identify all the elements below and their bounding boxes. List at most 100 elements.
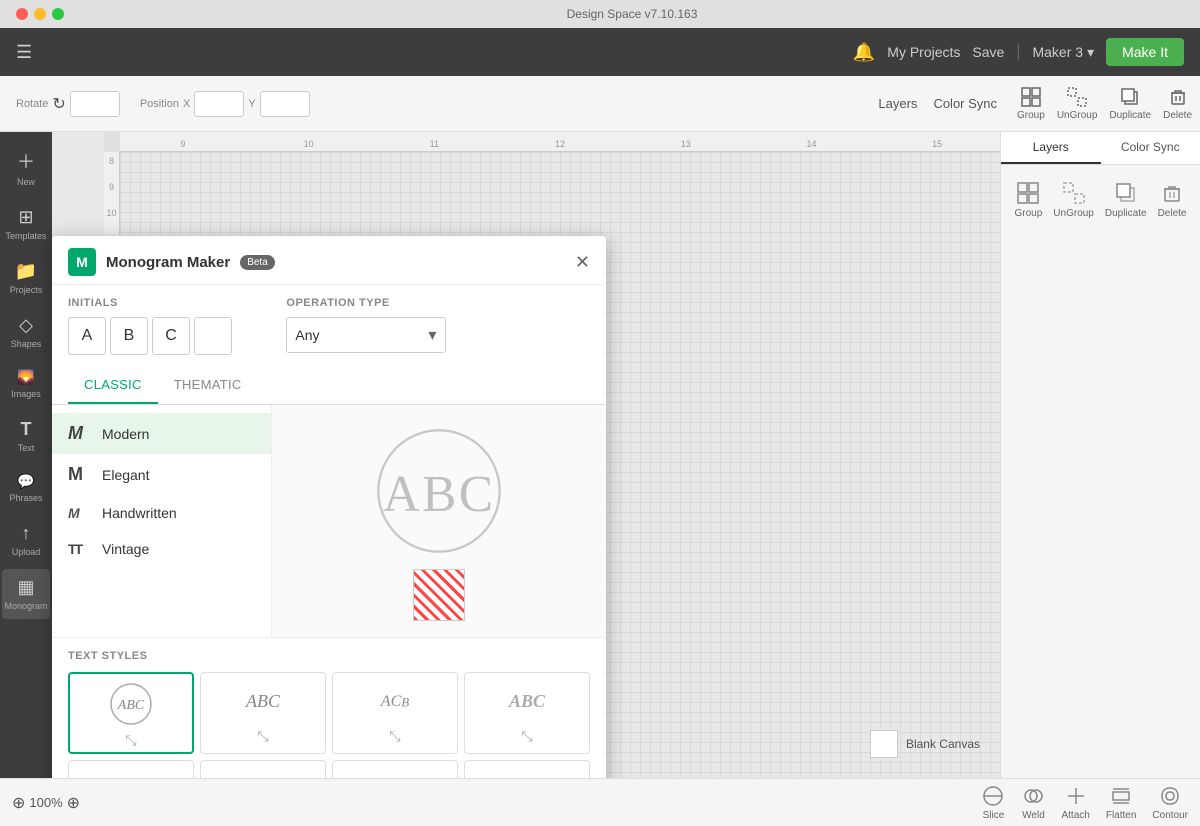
right-ungroup-icon[interactable]: UnGroup [1053, 181, 1094, 219]
projects-icon: 📁 [15, 261, 37, 282]
ungroup-tool[interactable]: UnGroup [1057, 86, 1098, 121]
right-duplicate-icon[interactable]: Duplicate [1105, 181, 1147, 219]
ungroup-label: UnGroup [1057, 110, 1098, 121]
zoom-out-button[interactable]: ⊕ [12, 793, 25, 813]
sidebar-item-upload[interactable]: ↑ Upload [2, 515, 50, 565]
x-label: X [183, 98, 190, 110]
resize-icon-2: ⤡ [257, 728, 268, 745]
handwritten-icon: M [68, 505, 92, 521]
close-window-btn[interactable] [16, 8, 28, 20]
style-modern[interactable]: M Modern [52, 413, 271, 454]
text-styles-section: TEXT STYLES ABC ⤡ ABC ⤡ [52, 637, 606, 778]
close-panel-button[interactable]: ✕ [575, 253, 590, 271]
style-elegant[interactable]: M Elegant [52, 454, 271, 495]
delete-tool[interactable]: Delete [1163, 86, 1192, 121]
right-group-icon[interactable]: Group [1015, 181, 1043, 219]
initial-a[interactable]: A [68, 317, 106, 355]
right-group-label: Group [1015, 208, 1043, 219]
color-sync-tab[interactable]: Color Sync [933, 96, 997, 111]
contour-tool[interactable]: Contour [1152, 784, 1188, 821]
initial-b[interactable]: B [110, 317, 148, 355]
sidebar-item-projects[interactable]: 📁 Projects [2, 253, 50, 303]
text-style-preview-5: ACB [117, 769, 145, 778]
right-ungroup-label: UnGroup [1053, 208, 1094, 219]
text-style-preview-7: ACB [381, 769, 409, 778]
style-list: M Modern M Elegant M Handwritten TT Vint… [52, 405, 272, 637]
make-it-button[interactable]: Make It [1106, 38, 1184, 66]
rotate-icon[interactable]: ↻ [52, 94, 65, 114]
layers-tab[interactable]: Layers [878, 96, 917, 111]
sidebar-item-monogram[interactable]: ▦ Monogram [2, 569, 50, 619]
svg-text:ABC: ABC [117, 698, 145, 713]
duplicate-tool[interactable]: Duplicate [1109, 86, 1151, 121]
beta-badge: Beta [240, 255, 275, 270]
text-style-card-3[interactable]: ACB ⤡ [332, 672, 458, 754]
style-vintage[interactable]: TT Vintage [52, 531, 271, 567]
style-handwritten[interactable]: M Handwritten [52, 495, 271, 531]
upload-icon: ↑ [22, 523, 31, 544]
initial-c[interactable]: C [152, 317, 190, 355]
maker-selector[interactable]: Maker 3 ▾ [1032, 44, 1094, 61]
x-input[interactable] [194, 91, 244, 117]
zoom-control: ⊕ 100% ⊕ [12, 793, 80, 813]
left-sidebar: ＋ New ⊞ Templates 📁 Projects ◇ Shapes 🌄 … [0, 132, 52, 778]
sidebar-item-templates[interactable]: ⊞ Templates [2, 199, 50, 249]
weld-tool[interactable]: Weld [1021, 784, 1045, 821]
group-tool[interactable]: Group [1017, 86, 1045, 121]
rotate-input[interactable] [70, 91, 120, 117]
style-vintage-label: Vintage [102, 541, 149, 557]
text-style-preview-8: ABC [510, 769, 544, 778]
classic-tab[interactable]: CLASSIC [68, 367, 158, 404]
text-style-card-6[interactable]: ABC ⤡ [200, 760, 326, 778]
y-input[interactable] [260, 91, 310, 117]
text-style-card-7[interactable]: ACB ⤡ [332, 760, 458, 778]
sidebar-item-new[interactable]: ＋ New [2, 140, 50, 195]
right-icon-group: Group UnGroup Duplicate Delete [1009, 173, 1192, 227]
sidebar-item-phrases[interactable]: 💬 Phrases [2, 465, 50, 511]
slice-label: Slice [983, 810, 1005, 821]
zoom-in-button[interactable]: ⊕ [67, 793, 80, 813]
minimize-window-btn[interactable] [34, 8, 46, 20]
text-style-card-1[interactable]: ABC ⤡ [68, 672, 194, 754]
monogram-panel: M Monogram Maker Beta ✕ INITIALS A B C O… [52, 236, 606, 778]
right-duplicate-label: Duplicate [1105, 208, 1147, 219]
text-style-preview-6: ABC [246, 769, 280, 778]
sidebar-label-text: Text [18, 443, 35, 453]
sidebar-item-images[interactable]: 🌄 Images [2, 361, 50, 407]
text-style-card-8[interactable]: ABC ⤡ [464, 760, 590, 778]
text-style-card-5[interactable]: ACB ⤡ [68, 760, 194, 778]
preview-area: ABC [272, 405, 606, 637]
toolbar-rotate-section: Rotate ↻ [8, 91, 128, 117]
my-projects-link[interactable]: My Projects [887, 44, 960, 60]
layers-tab-right[interactable]: Layers [1001, 132, 1101, 164]
text-style-card-2[interactable]: ABC ⤡ [200, 672, 326, 754]
text-style-preview-2: ABC [246, 681, 280, 722]
notifications-bell-icon[interactable]: 🔔 [853, 42, 875, 63]
color-sync-tab-right[interactable]: Color Sync [1101, 132, 1200, 164]
text-style-preview-4: ABC [509, 681, 545, 722]
right-delete-label: Delete [1158, 208, 1187, 219]
blank-canvas-label: Blank Canvas [906, 737, 980, 751]
hamburger-icon[interactable]: ☰ [16, 42, 32, 63]
save-button[interactable]: Save [972, 44, 1004, 60]
rotate-label: Rotate [16, 98, 48, 110]
svg-text:ABC: ABC [383, 466, 496, 523]
maximize-window-btn[interactable] [52, 8, 64, 20]
initial-d[interactable] [194, 317, 232, 355]
text-style-card-4[interactable]: ABC ⤡ [464, 672, 590, 754]
right-panel: Layers Color Sync Group UnGroup Duplicat… [1000, 132, 1200, 778]
slice-tool[interactable]: Slice [981, 784, 1005, 821]
thematic-tab[interactable]: THEMATIC [158, 367, 258, 404]
color-swatch[interactable] [413, 569, 465, 621]
maker-name: Maker 3 [1032, 44, 1083, 60]
flatten-tool[interactable]: Flatten [1106, 784, 1137, 821]
elegant-icon: M [68, 464, 92, 485]
operation-select[interactable]: Any Cut Draw Score [286, 317, 446, 353]
sidebar-item-text[interactable]: T Text [2, 411, 50, 461]
sidebar-item-shapes[interactable]: ◇ Shapes [2, 307, 50, 357]
app-version: Design Space v7.10.163 [72, 7, 1192, 21]
sidebar-label-phrases: Phrases [9, 493, 42, 503]
attach-tool[interactable]: Attach [1061, 784, 1089, 821]
right-delete-icon[interactable]: Delete [1158, 181, 1187, 219]
duplicate-label: Duplicate [1109, 110, 1151, 121]
